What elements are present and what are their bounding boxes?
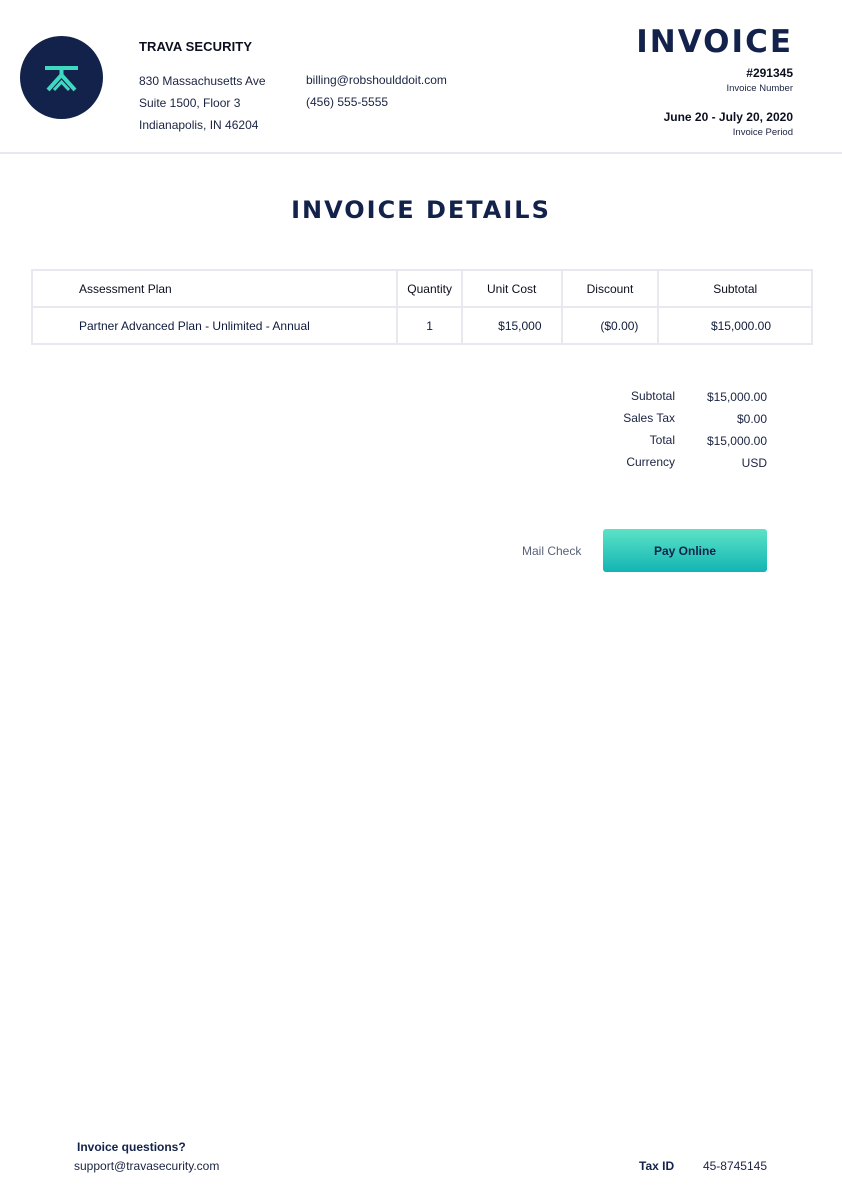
totals-subtotal-label: Subtotal [630,389,675,403]
invoice-period: June 20 - July 20, 2020 [663,110,793,124]
invoice-period-label: Invoice Period [732,127,793,138]
header-unit-cost: Unit Cost [460,269,563,308]
totals-subtotal-value: $15,000.00 [706,390,767,404]
invoice-number-label: Invoice Number [726,83,793,94]
trava-logo-icon [20,36,103,119]
header-quantity: Quantity [396,269,463,308]
pay-online-button[interactable]: Pay Online [603,529,767,572]
table-row: Partner Advanced Plan - Unlimited - Annu… [30,306,813,345]
row-unit-cost: $15,000 [460,306,563,345]
totals-currency-value: USD [741,456,767,470]
mail-check-link[interactable]: Mail Check [522,544,581,558]
totals-sales-tax-value: $0.00 [736,412,767,426]
row-quantity: 1 [396,306,463,345]
row-discount: ($0.00) [560,306,660,345]
row-plan: Partner Advanced Plan - Unlimited - Annu… [30,306,399,345]
invoice-header: TRAVA SECURITY 830 Massachusetts Ave Sui… [0,0,842,154]
totals-currency-label: Currency [626,455,675,469]
row-subtotal: $15,000.00 [657,306,813,345]
phone-number[interactable]: (456) 555-5555 [306,95,388,109]
header-discount: Discount [560,269,660,308]
footer-questions-heading: Invoice questions? [77,1140,186,1154]
invoice-details-title: INVOICE DETAILS [291,196,551,224]
logo-mark-icon [45,66,78,92]
invoice-details-table: Assessment Plan Quantity Unit Cost Disco… [30,269,813,345]
support-email-link[interactable]: support@travasecurity.com [74,1159,219,1173]
address-line-2: Suite 1500, Floor 3 [139,96,241,110]
table-header-row: Assessment Plan Quantity Unit Cost Disco… [30,269,813,308]
invoice-period-block: June 20 - July 20, 2020 Invoice Period [664,110,793,138]
invoice-number-block: #291345 Invoice Number [726,66,793,94]
company-name: TRAVA SECURITY [139,39,253,54]
totals-total-label: Total [649,433,675,447]
address-line-1: 830 Massachusetts Ave [139,74,266,88]
invoice-number: #291345 [746,66,793,80]
tax-id-value: 45-8745145 [702,1159,767,1173]
invoice-title: INVOICE [636,24,793,60]
header-subtotal: Subtotal [657,269,813,308]
header-assessment-plan: Assessment Plan [30,269,399,308]
billing-email[interactable]: billing@robshoulddoit.com [306,73,447,87]
totals-total-value: $15,000.00 [706,434,767,448]
totals-sales-tax-label: Sales Tax [623,411,675,425]
tax-id-label: Tax ID [639,1159,675,1173]
address-line-3: Indianapolis, IN 46204 [139,118,259,132]
